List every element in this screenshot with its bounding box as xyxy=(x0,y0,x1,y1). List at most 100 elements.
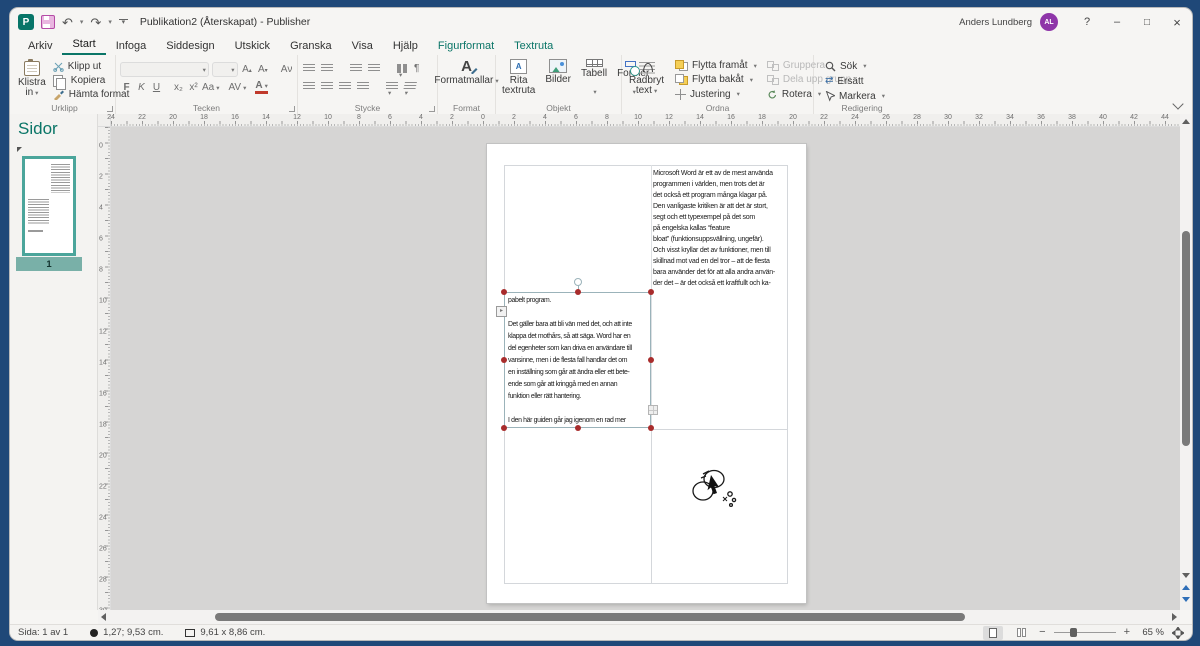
grow-font-button[interactable]: A▴ xyxy=(241,64,254,75)
page-indicator[interactable]: Sida: 1 av 1 xyxy=(18,627,68,638)
tab-granska[interactable]: Granska xyxy=(280,38,342,55)
pictures-button[interactable]: Bilder xyxy=(541,57,575,101)
tab-start[interactable]: Start xyxy=(62,36,105,55)
table-button[interactable]: Tabell xyxy=(577,57,611,101)
zoom-slider-thumb[interactable] xyxy=(1070,628,1077,637)
vertical-scrollbar[interactable] xyxy=(1180,114,1192,610)
resize-handle-w[interactable] xyxy=(501,357,507,363)
scroll-right-icon[interactable] xyxy=(1172,613,1177,621)
workspace-canvas[interactable]: Microsoft Word är ett av de mest använda… xyxy=(111,127,1180,610)
tab-arkiv[interactable]: Arkiv xyxy=(18,38,62,55)
help-icon[interactable] xyxy=(1072,8,1102,36)
scroll-left-icon[interactable] xyxy=(101,613,106,621)
resize-handle-n[interactable] xyxy=(575,289,581,295)
resize-handle-s[interactable] xyxy=(575,425,581,431)
save-icon[interactable] xyxy=(41,15,55,29)
customize-qat-icon[interactable] xyxy=(119,19,128,25)
horizontal-scroll-thumb[interactable] xyxy=(215,613,965,621)
resize-handle-nw[interactable] xyxy=(501,289,507,295)
align-right-icon[interactable] xyxy=(339,82,351,91)
distribute-icon[interactable] xyxy=(403,82,417,91)
maximize-icon[interactable] xyxy=(1132,8,1162,36)
scroll-down-icon[interactable] xyxy=(1182,573,1190,578)
superscript-button[interactable]: x² xyxy=(187,82,200,93)
redo-dropdown-icon[interactable] xyxy=(108,19,112,26)
pilcrow-icon[interactable]: ¶ xyxy=(414,63,419,74)
font-color-button[interactable]: A xyxy=(255,81,268,94)
paste-button[interactable]: Klistrain xyxy=(14,57,50,101)
horizontal-scrollbar[interactable] xyxy=(98,610,1180,624)
publication-page[interactable]: Microsoft Word är ett av de mest använda… xyxy=(487,144,806,603)
two-page-view-button[interactable] xyxy=(1011,626,1031,640)
align-center-icon[interactable] xyxy=(321,82,333,91)
collapse-panel-icon[interactable] xyxy=(17,147,22,152)
vertical-ruler[interactable]: 024681012141618202224262830 xyxy=(98,127,111,610)
resize-handle-sw[interactable] xyxy=(501,425,507,431)
text-flow-indicator[interactable]: ▸ xyxy=(496,306,507,317)
underline-button[interactable]: U xyxy=(150,82,163,93)
horizontal-ruler[interactable]: 2422201816141210864202468101214161820222… xyxy=(111,114,1180,127)
overflow-indicator[interactable] xyxy=(648,405,658,415)
tab-hjälp[interactable]: Hjälp xyxy=(383,38,428,55)
undo-dropdown-icon[interactable] xyxy=(80,19,84,26)
clear-formatting-button[interactable]: Aν xyxy=(280,64,293,75)
selected-text-box[interactable]: pabelt program. Det gäller bara att bli … xyxy=(504,292,651,428)
zoom-out-button[interactable]: − xyxy=(1039,627,1045,638)
tab-infoga[interactable]: Infoga xyxy=(106,38,157,55)
font-size-combo[interactable] xyxy=(212,62,238,77)
bold-button[interactable]: F xyxy=(120,82,133,93)
send-backward-button[interactable]: Flytta bakåt xyxy=(672,73,760,86)
next-page-icon[interactable] xyxy=(1182,597,1190,602)
tab-figurformat[interactable]: Figurformat xyxy=(428,38,504,55)
tab-visa[interactable]: Visa xyxy=(342,38,383,55)
styles-button[interactable]: A Formatmallar xyxy=(430,57,502,101)
zoom-in-button[interactable]: + xyxy=(1124,627,1130,638)
shrink-font-button[interactable]: A▾ xyxy=(256,64,269,75)
story-column-text[interactable]: Microsoft Word är ett av de mest använda… xyxy=(653,168,799,289)
tab-utskick[interactable]: Utskick xyxy=(225,38,280,55)
close-icon[interactable] xyxy=(1162,8,1192,36)
tab-textruta[interactable]: Textruta xyxy=(504,38,563,55)
dialog-launcher-icon[interactable] xyxy=(107,106,113,112)
redo-icon[interactable] xyxy=(90,16,101,29)
undo-icon[interactable] xyxy=(62,16,73,29)
rotation-handle[interactable] xyxy=(574,278,582,286)
italic-button[interactable]: K xyxy=(135,82,148,93)
subscript-button[interactable]: x₂ xyxy=(172,82,185,93)
decrease-indent-icon[interactable] xyxy=(350,64,362,73)
bring-forward-button[interactable]: Flytta framåt xyxy=(672,59,760,72)
previous-page-icon[interactable] xyxy=(1182,585,1190,590)
character-spacing-button[interactable]: AV xyxy=(229,82,247,93)
dialog-launcher-icon[interactable] xyxy=(289,106,295,112)
page-thumbnail[interactable] xyxy=(22,156,76,256)
replace-button[interactable]: ⇄ Ersätt xyxy=(822,74,910,88)
zoom-level[interactable]: 65 % xyxy=(1138,627,1164,638)
dialog-launcher-icon[interactable] xyxy=(429,106,435,112)
avatar[interactable]: AL xyxy=(1040,13,1058,31)
tab-siddesign[interactable]: Siddesign xyxy=(156,38,224,55)
bullets-icon[interactable] xyxy=(303,64,315,73)
page-number-badge[interactable]: 1 xyxy=(16,257,82,271)
line-spacing-icon[interactable] xyxy=(386,82,398,91)
align-button[interactable]: Justering xyxy=(672,88,760,101)
draw-textbox-button[interactable]: A Ritatextruta xyxy=(498,57,539,101)
columns-icon[interactable] xyxy=(397,64,408,73)
select-button[interactable]: Markera xyxy=(822,89,910,103)
account-name[interactable]: Anders Lundberg xyxy=(959,17,1032,28)
change-case-button[interactable]: Aa xyxy=(202,82,220,93)
collapse-ribbon-icon[interactable] xyxy=(1172,98,1183,109)
justify-icon[interactable] xyxy=(357,82,369,91)
mouse-doodle-clipart[interactable] xyxy=(690,463,742,509)
vertical-scroll-thumb[interactable] xyxy=(1182,231,1190,446)
font-name-combo[interactable] xyxy=(120,62,209,77)
resize-handle-se[interactable] xyxy=(648,425,654,431)
minimize-icon[interactable] xyxy=(1102,8,1132,36)
zoom-slider[interactable] xyxy=(1054,632,1116,633)
wrap-text-button[interactable]: Radbryttext xyxy=(625,57,668,101)
resize-handle-ne[interactable] xyxy=(648,289,654,295)
resize-handle-e[interactable] xyxy=(648,357,654,363)
selected-text-box-text[interactable]: pabelt program. Det gäller bara att bli … xyxy=(508,295,649,427)
increase-indent-icon[interactable] xyxy=(368,64,380,73)
fit-page-icon[interactable] xyxy=(1172,627,1184,639)
find-button[interactable]: Sök xyxy=(822,59,910,73)
